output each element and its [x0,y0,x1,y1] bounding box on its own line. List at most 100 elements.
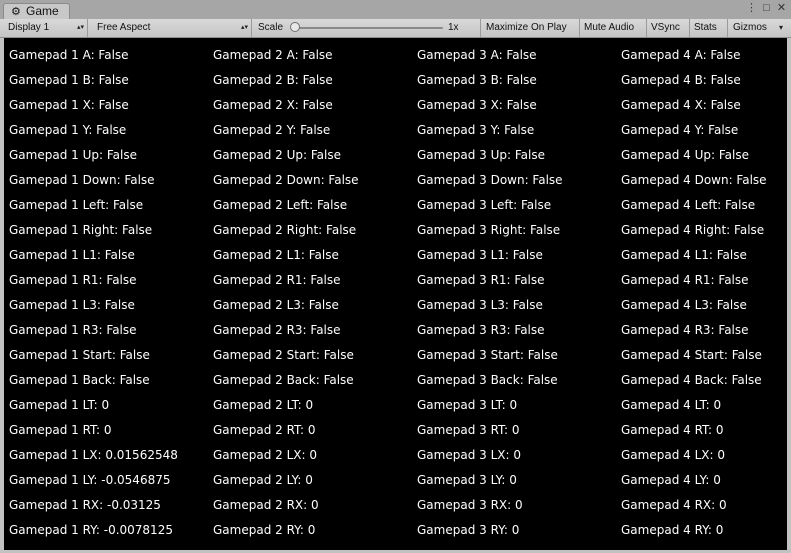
gamepad-readout: Gamepad 3 Up: False [417,148,545,162]
gamepad-readout: Gamepad 3 X: False [417,98,537,112]
gamepad-readout: Gamepad 1 LT: 0 [9,398,110,412]
gamepad-readout: Gamepad 4 LT: 0 [621,398,722,412]
stats-toggle[interactable]: Stats [690,19,728,37]
close-icon[interactable]: ✕ [775,2,788,15]
gamepad-readout: Gamepad 1 LX: 0.01562548 [9,448,178,462]
scale-label: Scale [258,22,284,33]
unity-icon: ⚙ [11,6,21,18]
gamepad-readout: Gamepad 3 L1: False [417,248,543,262]
gamepad-readout: Gamepad 1 Left: False [9,198,144,212]
chevron-down-icon: ▾ [778,23,783,32]
gamepad-readout: Gamepad 4 Down: False [621,173,767,187]
gamepad-readout: Gamepad 2 Left: False [213,198,348,212]
gamepad-readout: Gamepad 3 RY: 0 [417,523,520,537]
gamepad-readout: Gamepad 1 Down: False [9,173,155,187]
gamepad-readout: Gamepad 4 Back: False [621,373,762,387]
kebab-menu-icon[interactable]: ⋮ [745,2,758,15]
game-view: Gamepad 1 A: False Gamepad 1 B: False Game… [4,38,787,550]
gamepad-readout: Gamepad 2 L3: False [213,298,339,312]
display-dropdown[interactable]: Display 1 ▴▾ [4,19,88,37]
gamepad-readout: Gamepad 3 LT: 0 [417,398,518,412]
gamepad-readout: Gamepad 2 RY: 0 [213,523,316,537]
gamepad-readout: Gamepad 4 LX: 0 [621,448,725,462]
gamepad-readout: Gamepad 4 X: False [621,98,741,112]
dropdown-arrows-icon: ▴▾ [240,24,248,31]
gamepad-readout: Gamepad 3 R1: False [417,273,545,287]
gamepad-readout: Gamepad 1 LY: -0.0546875 [9,473,171,487]
mute-audio-label: Mute Audio [584,22,635,33]
display-label: Display 1 [8,22,50,33]
gamepad-readout: Gamepad 3 A: False [417,48,537,62]
gamepad-readout: Gamepad 4 L1: False [621,248,747,262]
gamepad-readout: Gamepad 1 RX: -0.03125 [9,498,161,512]
gamepad-readout: Gamepad 4 L3: False [621,298,747,312]
gamepad-readout: Gamepad 2 X: False [213,98,333,112]
scale-slider-track[interactable] [293,27,443,29]
aspect-dropdown[interactable]: Free Aspect ▴▾ [92,19,252,37]
gamepad-readout: Gamepad 2 Up: False [213,148,341,162]
gamepad-readout: Gamepad 3 Right: False [417,223,561,237]
gamepad-readout: Gamepad 4 B: False [621,73,741,87]
gamepad-readout: Gamepad 3 R3: False [417,323,545,337]
gamepad-readout: Gamepad 4 RX: 0 [621,498,727,512]
gizmos-label: Gizmos [733,22,767,33]
gamepad-readout: Gamepad 4 RY: 0 [621,523,724,537]
gamepad-readout: Gamepad 1 Back: False [9,373,150,387]
window-tab-bar: ⚙ Game ⋮ □ ✕ [0,0,791,20]
gamepad-readout: Gamepad 2 Right: False [213,223,357,237]
gamepad-readout: Gamepad 4 Right: False [621,223,765,237]
scale-value: 1x [448,22,459,33]
gamepad-readout: Gamepad 2 Back: False [213,373,354,387]
gamepad-readout: Gamepad 3 RT: 0 [417,423,520,437]
gamepad-readout: Gamepad 3 Left: False [417,198,552,212]
gamepad-readout: Gamepad 4 Start: False [621,348,762,362]
maximize-icon[interactable]: □ [760,2,773,15]
gamepad-readout: Gamepad 2 L1: False [213,248,339,262]
gamepad-readout: Gamepad 1 X: False [9,98,129,112]
gamepad-readout: Gamepad 2 LX: 0 [213,448,317,462]
gamepad-readout: Gamepad 2 Start: False [213,348,354,362]
maximize-on-play-label: Maximize On Play [486,22,567,33]
gamepad-readout: Gamepad 1 B: False [9,73,129,87]
vsync-toggle[interactable]: VSync [647,19,690,37]
gamepad-readout: Gamepad 4 R3: False [621,323,749,337]
gamepad-readout: Gamepad 1 R3: False [9,323,137,337]
gamepad-readout: Gamepad 1 Start: False [9,348,150,362]
gamepad-readout: Gamepad 4 Left: False [621,198,756,212]
gamepad-readout: Gamepad 3 LY: 0 [417,473,517,487]
gamepad-readout: Gamepad 4 LY: 0 [621,473,721,487]
gamepad-readout: Gamepad 3 Start: False [417,348,558,362]
maximize-on-play-toggle[interactable]: Maximize On Play [482,19,580,37]
gamepad-readout: Gamepad 2 LY: 0 [213,473,313,487]
gamepad-readout: Gamepad 1 RY: -0.0078125 [9,523,173,537]
gamepad-readout: Gamepad 2 RT: 0 [213,423,316,437]
gamepad-readout: Gamepad 2 A: False [213,48,333,62]
gamepad-readout: Gamepad 3 Down: False [417,173,563,187]
gamepad-readout: Gamepad 3 L3: False [417,298,543,312]
gamepad-readout: Gamepad 3 RX: 0 [417,498,523,512]
dropdown-arrows-icon: ▴▾ [76,24,84,31]
gamepad-readout: Gamepad 4 R1: False [621,273,749,287]
gamepad-readout: Gamepad 1 Up: False [9,148,137,162]
gamepad-readout: Gamepad 3 Y: False [417,123,535,137]
gamepad-readout: Gamepad 2 LT: 0 [213,398,314,412]
gamepad-readout: Gamepad 1 A: False [9,48,129,62]
mute-audio-toggle[interactable]: Mute Audio [580,19,647,37]
gamepad-readout: Gamepad 3 LX: 0 [417,448,521,462]
gamepad-readout: Gamepad 3 Back: False [417,373,558,387]
vsync-label: VSync [651,22,680,33]
gamepad-readout: Gamepad 1 R1: False [9,273,137,287]
scale-slider-thumb[interactable] [290,22,300,32]
gamepad-readout: Gamepad 4 Y: False [621,123,739,137]
gamepad-readout: Gamepad 1 L3: False [9,298,135,312]
gamepad-readout: Gamepad 4 RT: 0 [621,423,724,437]
tab-game[interactable]: ⚙ Game [3,3,70,19]
gamepad-readout: Gamepad 3 B: False [417,73,537,87]
gamepad-readout: Gamepad 1 Y: False [9,123,127,137]
gizmos-dropdown[interactable]: Gizmos ▾ [728,19,787,37]
gamepad-readout: Gamepad 2 R3: False [213,323,341,337]
gamepad-readout: Gamepad 4 A: False [621,48,741,62]
gamepad-readout: Gamepad 1 L1: False [9,248,135,262]
aspect-label: Free Aspect [97,22,151,33]
gamepad-readout: Gamepad 2 B: False [213,73,333,87]
